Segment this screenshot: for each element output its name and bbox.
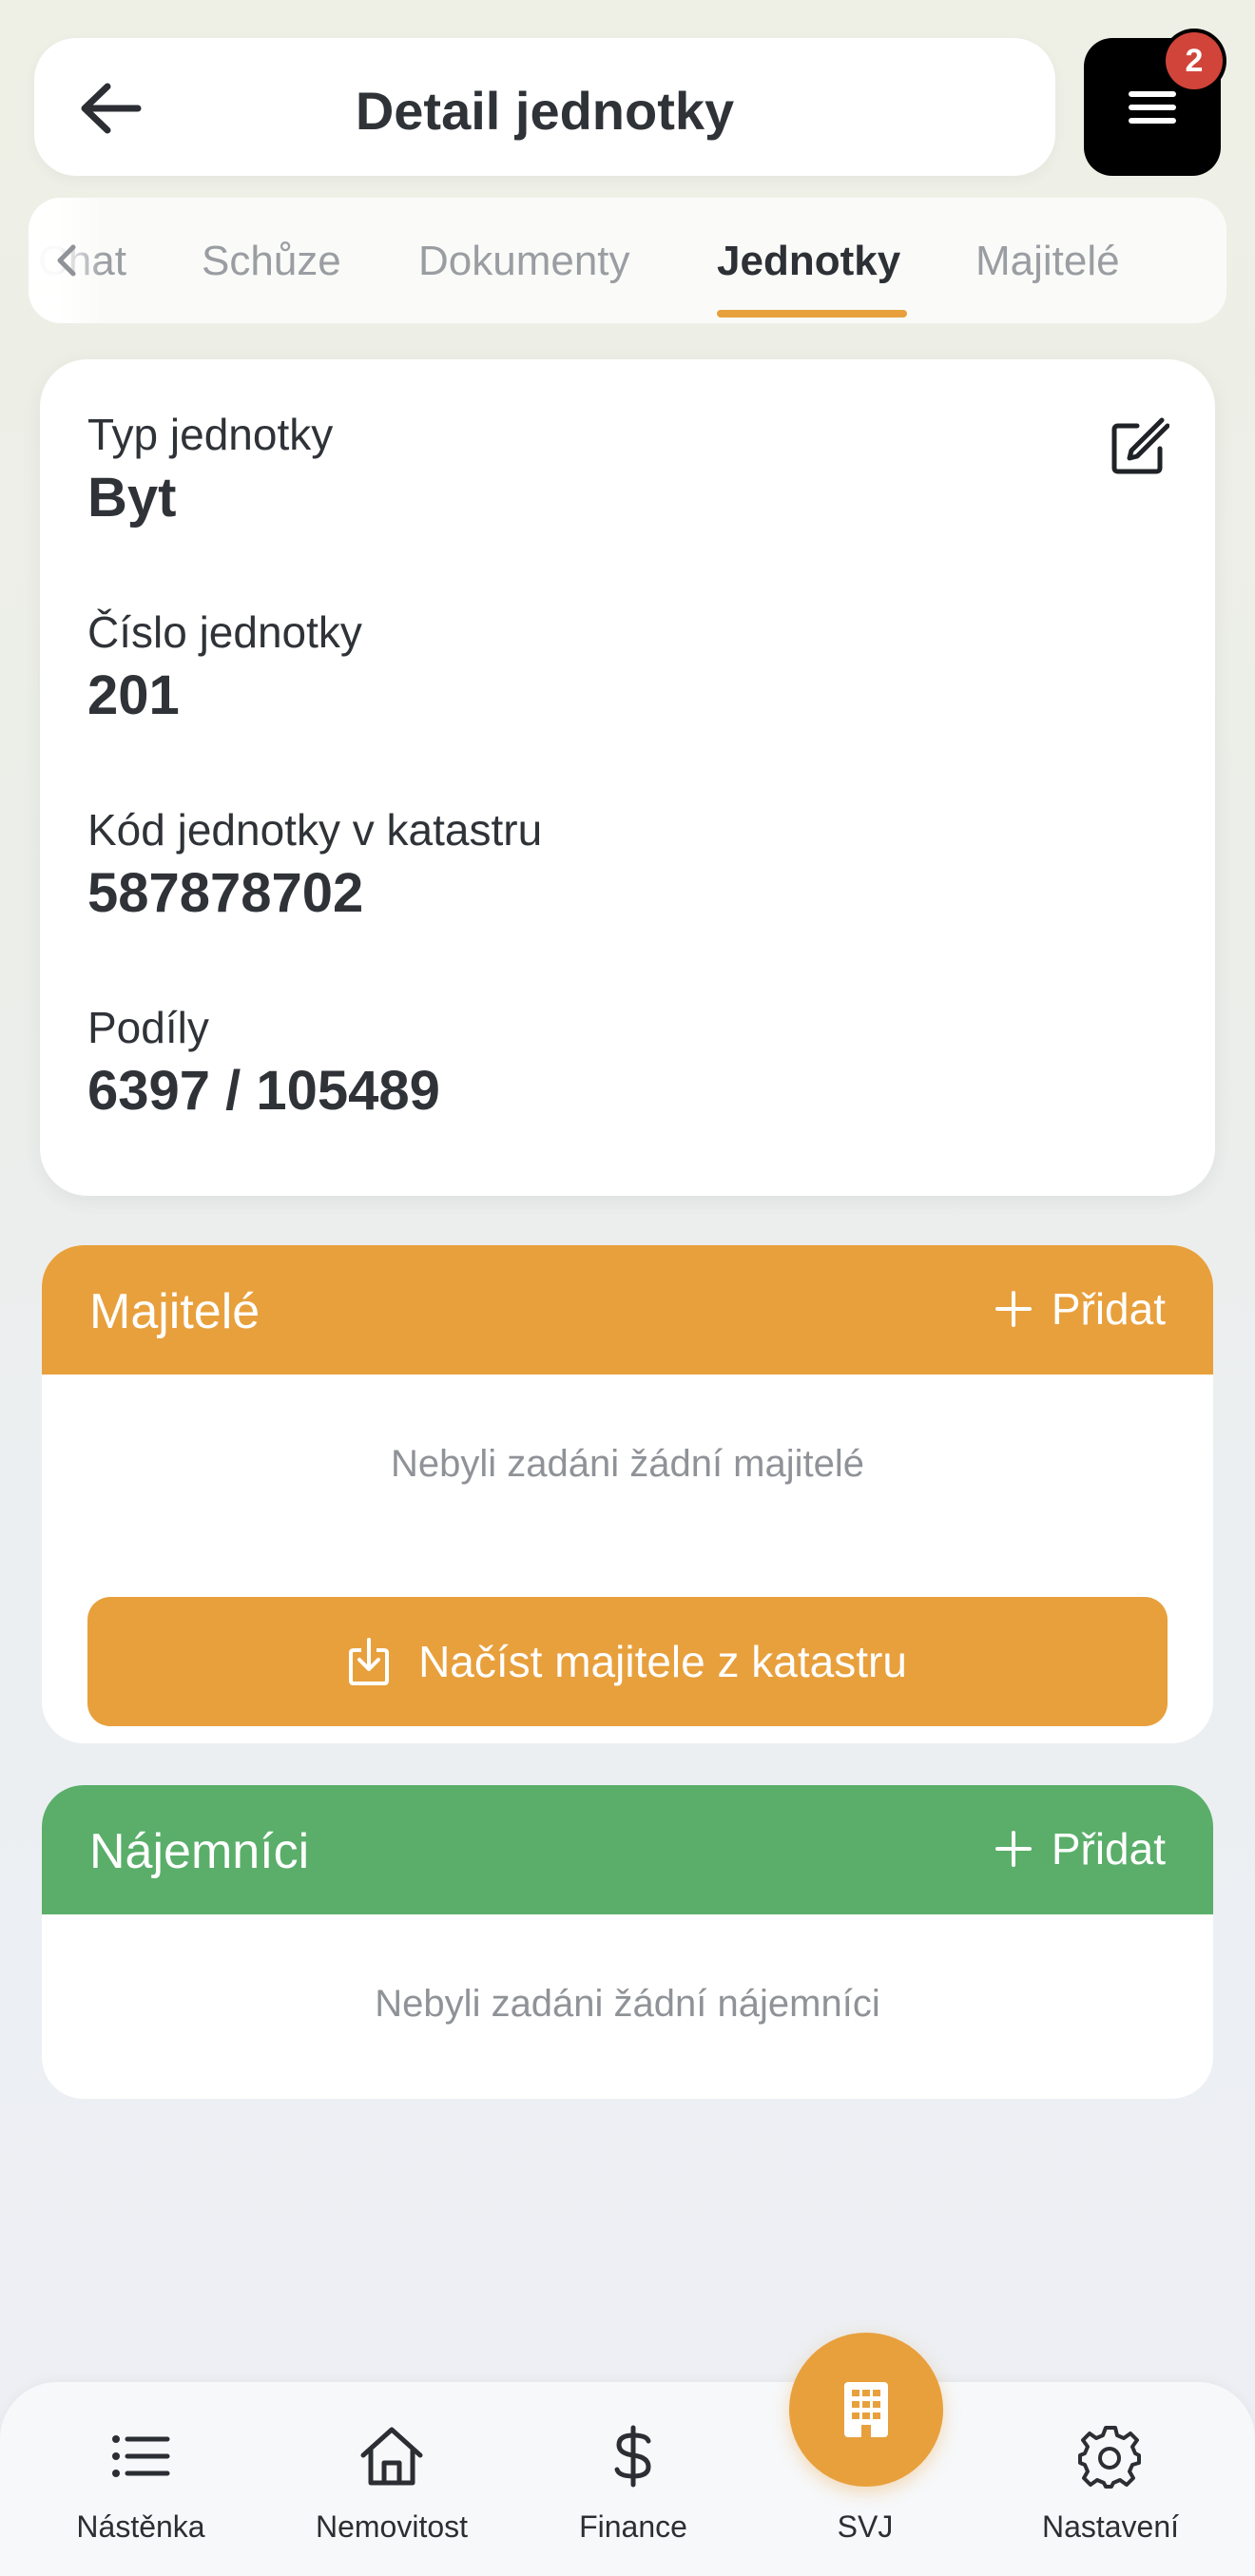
unit-info-card: Typ jednotky Byt Číslo jednotky 201 Kód … [40, 359, 1215, 1196]
cadastre-code-label: Kód jednotky v katastru [87, 805, 543, 855]
nav-label-nemovitost: Nemovitost [315, 2509, 469, 2544]
add-tenant-button[interactable]: Přidat [994, 1823, 1166, 1874]
unit-type-label: Typ jednotky [87, 410, 334, 459]
shares-label: Podíly [87, 1003, 209, 1052]
add-owner-label: Přidat [1051, 1284, 1166, 1334]
tenants-title: Nájemníci [89, 1824, 310, 1879]
home-icon [356, 2420, 428, 2492]
edit-icon [1111, 417, 1169, 474]
download-icon [349, 1638, 390, 1685]
plus-icon [994, 1831, 1032, 1867]
tab-jednotky[interactable]: Jednotky [717, 238, 900, 285]
plus-icon [994, 1291, 1032, 1327]
notification-badge: 2 [1166, 32, 1223, 89]
tenants-header: Nájemníci Přidat [42, 1785, 1213, 1914]
owners-title: Majitelé [89, 1284, 261, 1339]
bottom-navigation: Nástěnka Nemovitost Finance SVJ Nastaven… [0, 2382, 1255, 2576]
unit-number-label: Číslo jednotky [87, 607, 362, 657]
nav-label-svj: SVJ [837, 2509, 894, 2544]
load-owners-from-cadastre-button[interactable]: Načíst majitele z katastru [87, 1597, 1168, 1726]
tab-dokumenty[interactable]: Dokumenty [418, 238, 630, 285]
nav-item-finance[interactable]: Finance [529, 2382, 738, 2576]
shares-value: 6397 / 105489 [87, 1060, 440, 1122]
owners-section: Majitelé Přidat Nebyli zadáni žádní maji… [42, 1245, 1213, 1743]
page-title: Detail jednotky [355, 81, 735, 141]
edit-button[interactable] [1101, 409, 1177, 485]
active-tab-indicator [717, 310, 907, 317]
owners-header: Majitelé Přidat [42, 1245, 1213, 1375]
tenants-empty-text: Nebyli zadáni žádní nájemníci [375, 1983, 880, 2025]
building-icon [844, 2382, 888, 2437]
svj-fab-button[interactable] [789, 2333, 943, 2487]
tabs-scroll-left-button[interactable] [29, 198, 105, 323]
nav-label-nastenka: Nástěnka [76, 2509, 205, 2544]
add-tenant-label: Přidat [1051, 1824, 1166, 1874]
tab-majitele[interactable]: Majitelé [975, 238, 1120, 285]
tab-bar: Chat Schůze Dokumenty Jednotky Majitelé [29, 198, 1226, 323]
hamburger-icon [1129, 90, 1176, 124]
unit-type-value: Byt [87, 467, 177, 529]
chevron-left-icon [57, 244, 76, 277]
load-owners-label: Načíst majitele z katastru [418, 1637, 907, 1686]
page-header: Detail jednotky [34, 38, 1055, 176]
add-owner-button[interactable]: Přidat [994, 1283, 1166, 1335]
list-icon [105, 2420, 177, 2492]
nav-label-nastaveni: Nastavení [1041, 2509, 1180, 2544]
unit-number-value: 201 [87, 664, 180, 726]
nav-item-nastaveni[interactable]: Nastavení [1006, 2382, 1215, 2576]
gear-icon [1074, 2420, 1147, 2492]
tenants-section: Nájemníci Přidat Nebyli zadáni žádní náj… [42, 1785, 1213, 2099]
cadastre-code-value: 587878702 [87, 862, 364, 924]
nav-item-nemovitost[interactable]: Nemovitost [287, 2382, 496, 2576]
nav-item-nastenka[interactable]: Nástěnka [36, 2382, 245, 2576]
dollar-icon [597, 2420, 669, 2492]
nav-label-finance: Finance [579, 2509, 687, 2544]
tab-schuze[interactable]: Schůze [202, 238, 341, 285]
owners-empty-text: Nebyli zadáni žádní majitelé [390, 1443, 865, 1485]
